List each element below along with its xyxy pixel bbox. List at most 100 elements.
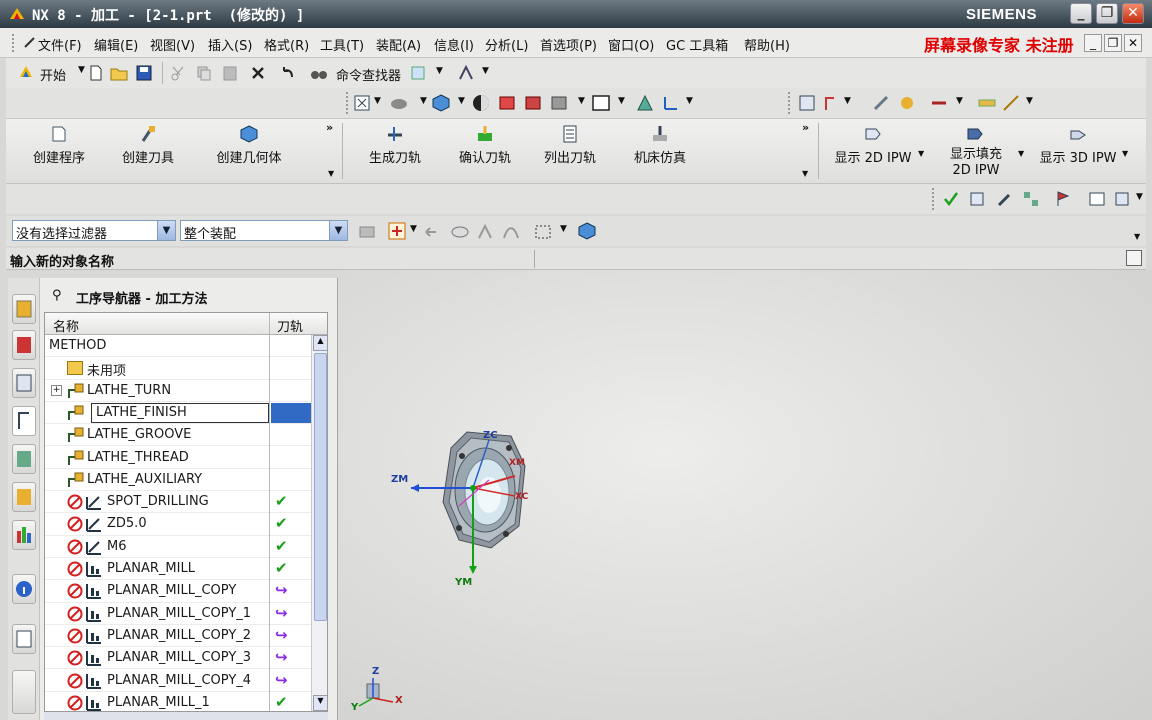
chevron-down-icon[interactable]: ▼: [329, 220, 348, 241]
more-icon[interactable]: »: [802, 121, 809, 134]
chevron-down-icon[interactable]: ▼: [1122, 149, 1128, 158]
menu-assembly[interactable]: 装配(A): [376, 35, 421, 54]
tree-row[interactable]: LATHE_THREAD: [45, 447, 313, 469]
tree-row[interactable]: LATHE_FINISH: [45, 402, 313, 425]
menu-edit[interactable]: 编辑(E): [94, 35, 138, 54]
pin-icon[interactable]: ⚲: [52, 288, 62, 303]
constraint-navigator-tab[interactable]: [12, 330, 36, 360]
cut-icon[interactable]: [170, 65, 186, 81]
solid-body-icon[interactable]: [578, 222, 596, 240]
open-folder-icon[interactable]: [110, 65, 128, 81]
create-geometry-button[interactable]: 创建几何体: [194, 119, 304, 181]
minimize-button[interactable]: _: [1070, 3, 1092, 24]
tree-row[interactable]: PLANAR_MILL_COPY_3 ↪: [45, 647, 313, 670]
back-icon[interactable]: [422, 223, 440, 241]
menu-view[interactable]: 视图(V): [150, 35, 195, 54]
csys-icon[interactable]: [662, 94, 680, 112]
tree-row[interactable]: PLANAR_MILL_COPY_1 ↪: [45, 603, 313, 625]
tree-row[interactable]: M6 ✔: [45, 536, 313, 558]
curve-icon[interactable]: [502, 223, 520, 241]
roles-tab[interactable]: [12, 670, 36, 714]
doc-restore-button[interactable]: ❐: [1104, 34, 1122, 52]
new-file-icon[interactable]: [88, 65, 104, 81]
undo-icon[interactable]: [280, 65, 296, 81]
reuse-library-tab[interactable]: [12, 482, 36, 512]
chevron-down-icon[interactable]: ▼: [458, 96, 465, 106]
restore-button[interactable]: ❐: [1096, 3, 1118, 24]
create-tool-button[interactable]: 创建刀具: [106, 119, 190, 181]
method-view-icon[interactable]: [930, 94, 948, 112]
menu-format[interactable]: 格式(R): [264, 35, 309, 54]
chevron-down-icon[interactable]: ▼: [844, 96, 851, 106]
scroll-up-icon[interactable]: ▲: [313, 335, 327, 351]
tree-row[interactable]: LATHE_AUXILIARY: [45, 469, 313, 492]
delete-icon[interactable]: [250, 65, 266, 81]
chevron-down-icon[interactable]: ▼: [560, 224, 567, 234]
copy-icon[interactable]: [196, 65, 212, 81]
horizontal-scrollbar[interactable]: [44, 712, 328, 720]
box-view-icon[interactable]: [432, 94, 450, 112]
fullscreen-toggle-icon[interactable]: [1126, 250, 1142, 266]
display-3d-ipw-button[interactable]: 显示 3D IPW: [1030, 119, 1126, 181]
rename-input[interactable]: LATHE_FINISH: [91, 402, 269, 423]
palette-tab[interactable]: [12, 520, 36, 550]
check-op-icon[interactable]: [942, 190, 960, 208]
pattern-op-icon[interactable]: [1022, 190, 1040, 208]
snap-icon[interactable]: [458, 65, 476, 81]
tree-row[interactable]: PLANAR_MILL_COPY_2 ↪: [45, 625, 313, 648]
export-op-icon[interactable]: [1114, 190, 1132, 208]
tree-row[interactable]: PLANAR_MILL_COPY_4 ↪: [45, 670, 313, 692]
scroll-thumb[interactable]: [314, 353, 327, 621]
point-icon[interactable]: [476, 223, 494, 241]
menu-window[interactable]: 窗口(O): [608, 35, 654, 54]
shaded-icon[interactable]: [472, 94, 490, 112]
menu-gc-toolbox[interactable]: GC 工具箱: [666, 35, 728, 54]
select-all-icon[interactable]: [358, 223, 376, 241]
tree-row[interactable]: PLANAR_MILL_COPY ↪: [45, 580, 313, 603]
info-tab[interactable]: [12, 574, 36, 604]
history-tab[interactable]: [12, 624, 36, 654]
menu-preferences[interactable]: 首选项(P): [540, 35, 597, 54]
selection-scope-combo[interactable]: 整个装配 ▼: [180, 220, 348, 242]
orient-icon[interactable]: [636, 94, 654, 112]
tree-row[interactable]: METHOD: [45, 335, 313, 358]
create-program-button[interactable]: 创建程序: [16, 119, 102, 181]
expand-icon[interactable]: +: [51, 384, 62, 396]
chevron-down-icon[interactable]: ▼: [956, 96, 963, 106]
fit-view-icon[interactable]: [354, 95, 370, 111]
face-icon[interactable]: [524, 94, 542, 112]
chevron-down-icon[interactable]: ▼: [578, 96, 585, 106]
chevron-down-icon[interactable]: ▼: [618, 96, 625, 106]
menu-help[interactable]: 帮助(H): [744, 35, 790, 54]
chevron-down-icon[interactable]: ▼: [1136, 192, 1143, 202]
chevron-down-icon[interactable]: ▼: [1134, 232, 1140, 241]
chevron-down-icon[interactable]: ▼: [918, 149, 924, 158]
tree-row[interactable]: 未用项: [45, 357, 313, 380]
tree-row[interactable]: PLANAR_MILL_1 ✔: [45, 692, 313, 711]
tree-row[interactable]: SPOT_DRILLING ✔: [45, 491, 313, 514]
chevron-down-icon[interactable]: ▼: [374, 96, 381, 106]
cut-section-icon[interactable]: [450, 223, 470, 241]
flag-op-icon[interactable]: [1054, 190, 1072, 208]
snap-point-icon[interactable]: [388, 222, 408, 240]
list-toolpath-button[interactable]: 列出刀轨: [532, 119, 608, 181]
paste-icon[interactable]: [222, 65, 238, 81]
geometry-view-icon[interactable]: [898, 94, 916, 112]
frame-icon[interactable]: [592, 94, 610, 112]
doc-minimize-button[interactable]: _: [1084, 34, 1102, 52]
close-window-button[interactable]: ✕: [1122, 3, 1144, 24]
chevron-down-icon[interactable]: ▼: [436, 66, 443, 76]
display-filled-2d-ipw-button[interactable]: 显示填充 2D IPW: [930, 119, 1020, 181]
menu-tools[interactable]: 工具(T): [320, 35, 364, 54]
chevron-down-icon[interactable]: ▼: [157, 220, 176, 241]
menu-file[interactable]: 文件(F): [38, 35, 82, 54]
column-name-header[interactable]: 名称: [53, 316, 79, 335]
chevron-down-icon[interactable]: ▼: [420, 96, 427, 106]
column-separator[interactable]: [269, 313, 270, 711]
display-2d-ipw-button[interactable]: 显示 2D IPW: [824, 119, 922, 181]
chevron-down-icon[interactable]: ▼: [410, 224, 417, 234]
machine-simulation-button[interactable]: 机床仿真: [620, 119, 700, 181]
save-icon[interactable]: [136, 65, 152, 81]
chevron-down-icon[interactable]: ▼: [686, 96, 693, 106]
copy-op-icon[interactable]: [968, 190, 986, 208]
